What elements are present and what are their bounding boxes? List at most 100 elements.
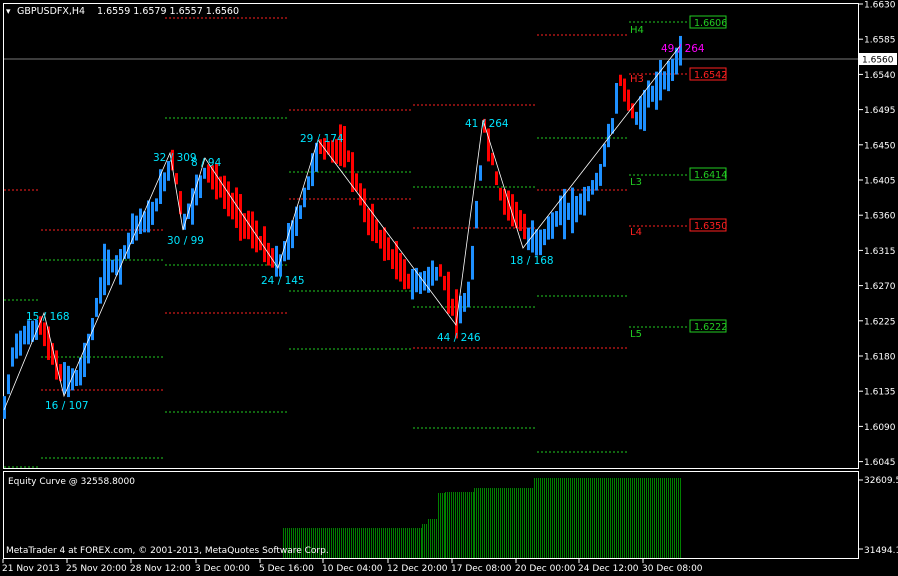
time-tick-label: 30 Dec 08:00 [642,564,703,574]
equity-bar [409,528,410,558]
equity-bar [562,478,563,558]
equity-bar [461,492,462,558]
price-bar [431,260,434,286]
equity-bar [373,528,374,558]
price-bar [479,165,482,181]
price-bar [519,210,522,231]
price-bar [443,275,446,291]
equity-bar [365,528,366,558]
equity-bar [369,528,370,558]
equity-bar [514,488,515,558]
price-bar [7,374,10,395]
price-bar [99,277,102,304]
price-bar [83,342,86,378]
zigzag-label: 41 / 264 [465,118,509,130]
time-tick-label: 25 Nov 20:00 [66,564,127,574]
equity-bar [422,524,423,558]
equity-bar [478,488,479,558]
equity-bar [474,488,475,558]
equity-bar [419,528,420,558]
equity-bar [389,528,390,558]
price-bar [111,259,114,273]
equity-bar [530,488,531,558]
time-tick-label: 10 Dec 04:00 [322,564,383,574]
price-bar [3,396,6,419]
price-tick-label: 1.6045 [864,458,896,468]
equity-bar [590,478,591,558]
equity-bar [546,478,547,558]
equity-bar [584,478,585,558]
price-bar [627,89,630,111]
price-bar [551,212,554,239]
pivot-level-lines [4,17,688,468]
price-bar [523,213,526,240]
price-bar [23,325,26,345]
equity-bar [451,492,452,558]
equity-bar [426,524,427,558]
price-tick-label: 1.6450 [864,141,896,151]
zigzag-label: 18 / 168 [510,255,554,267]
equity-bar [528,488,529,558]
equity-bar [592,478,593,558]
equity-bar [542,478,543,558]
equity-bar [444,493,445,558]
equity-bar [652,478,653,558]
price-bar [227,181,230,217]
equity-bar [632,478,633,558]
price-bar [163,172,166,192]
equity-bar [534,478,535,558]
time-axis[interactable]: 21 Nov 2013 25 Nov 20:00 28 Nov 12:00 3 Dec… [2,559,703,574]
price-bar [463,293,466,312]
equity-bar [536,478,537,558]
price-bar [151,201,154,225]
pivot-value-h3: 1.6542 [689,67,727,81]
equity-bar [554,478,555,558]
equity-bar [353,528,354,558]
price-bar [659,59,662,101]
price-bar [671,58,674,81]
price-bar [435,266,438,281]
equity-bar [347,528,348,558]
equity-bar [381,528,382,558]
price-bar [107,249,110,286]
equity-bar [508,488,509,558]
zigzag-label: 16 / 107 [45,400,89,412]
equity-bar [640,478,641,558]
price-bar [383,227,386,261]
equity-bar [642,478,643,558]
equity-bar [476,488,477,558]
price-bar [663,71,666,90]
svg-text:1.6606: 1.6606 [694,18,727,29]
price-tick-label: 1.6540 [864,71,896,81]
equity-bar [608,478,609,558]
price-axis[interactable]: 1.6630 1.6585 1.6540 1.6495 1.6450 1.6405 1.63… [859,1,896,469]
price-bar [223,175,226,209]
price-bar [11,347,14,367]
equity-bar [399,528,400,558]
zigzag-label: 24 / 145 [261,275,305,287]
equity-bar [624,478,625,558]
equity-bar [436,519,437,558]
equity-bar [604,478,605,558]
price-chart[interactable]: ▾ GBPUSDFX,H4 1.6559 1.6579 1.6557 1.656… [0,0,898,576]
price-bar [579,193,582,215]
equity-bar [337,528,338,558]
equity-bar [480,488,481,558]
current-price-marker: 1.6560 [859,53,897,66]
equity-bar [664,478,665,558]
price-bar [27,320,30,345]
equity-bar [453,492,454,558]
price-bar [367,208,370,236]
equity-bar [333,528,334,558]
equity-bar [538,478,539,558]
equity-bar [339,528,340,558]
equity-bar [522,488,523,558]
equity-bar [415,528,416,558]
price-tick-label: 1.6585 [864,36,896,46]
equity-bar [395,528,396,558]
price-bar [95,297,98,317]
price-bar [643,89,646,131]
price-bar [547,216,550,240]
equity-bar [586,478,587,558]
price-bar [79,357,82,386]
